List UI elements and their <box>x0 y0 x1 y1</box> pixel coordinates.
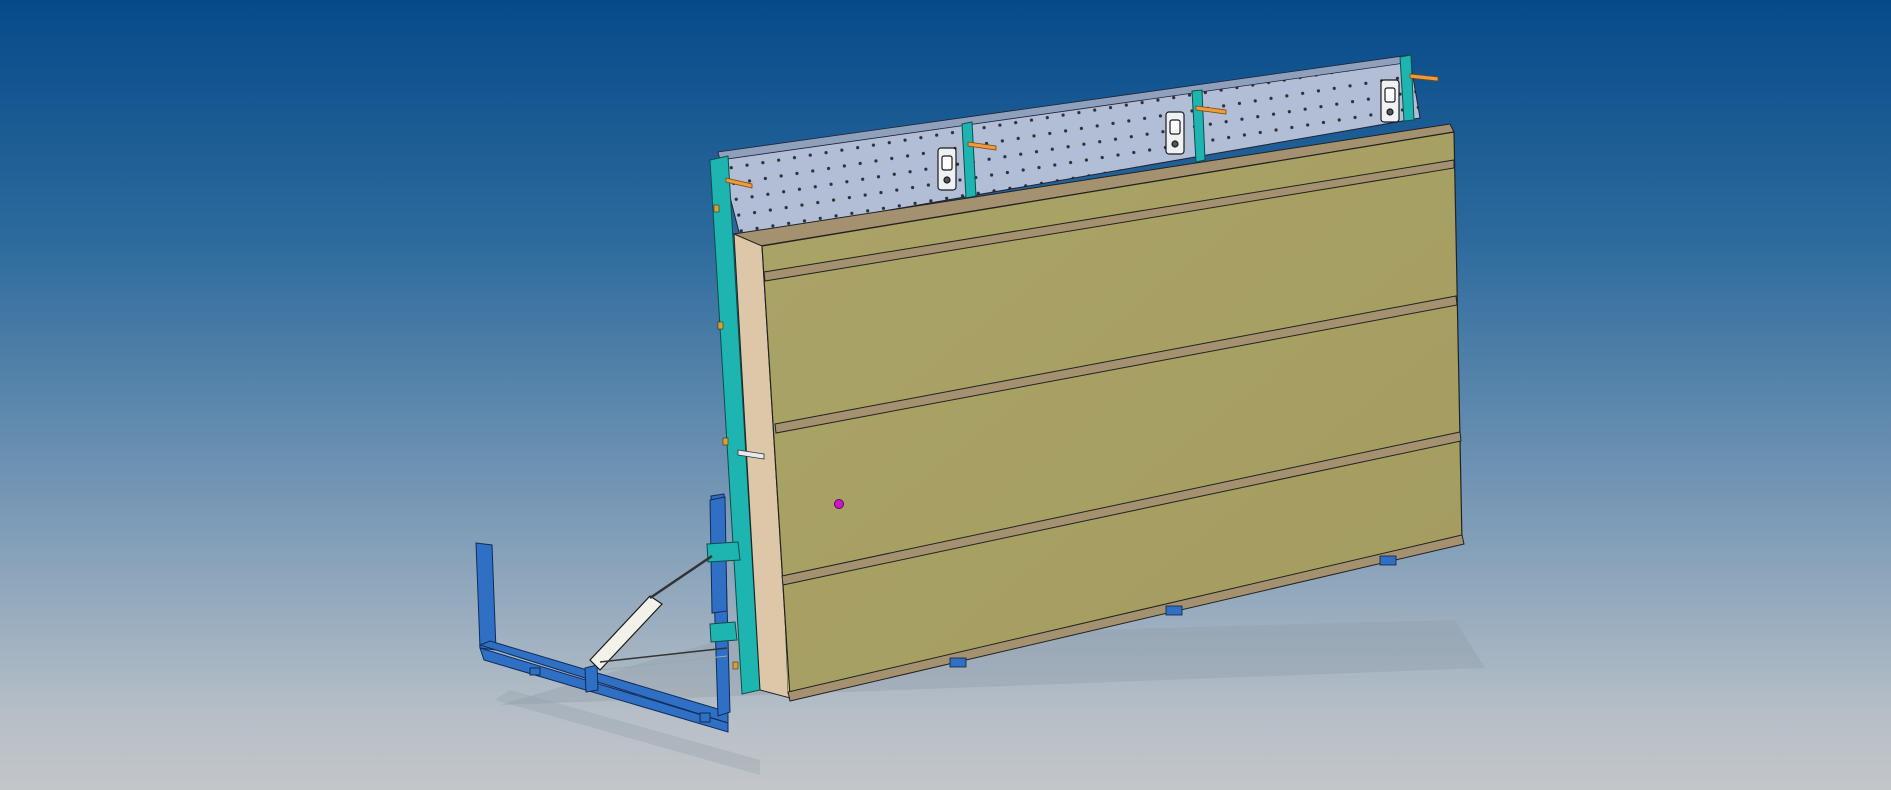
latch-clamp-icon[interactable] <box>937 147 957 191</box>
cad-3d-viewport[interactable] <box>0 0 1891 790</box>
hinge-bracket-lower <box>709 621 738 643</box>
assembly-model[interactable] <box>0 0 1891 790</box>
hinge-bracket <box>706 541 741 563</box>
selection-point-icon[interactable] <box>834 499 844 509</box>
latch-clamp-icon[interactable] <box>1380 79 1400 123</box>
latch-clamp-icon[interactable] <box>1165 111 1185 155</box>
